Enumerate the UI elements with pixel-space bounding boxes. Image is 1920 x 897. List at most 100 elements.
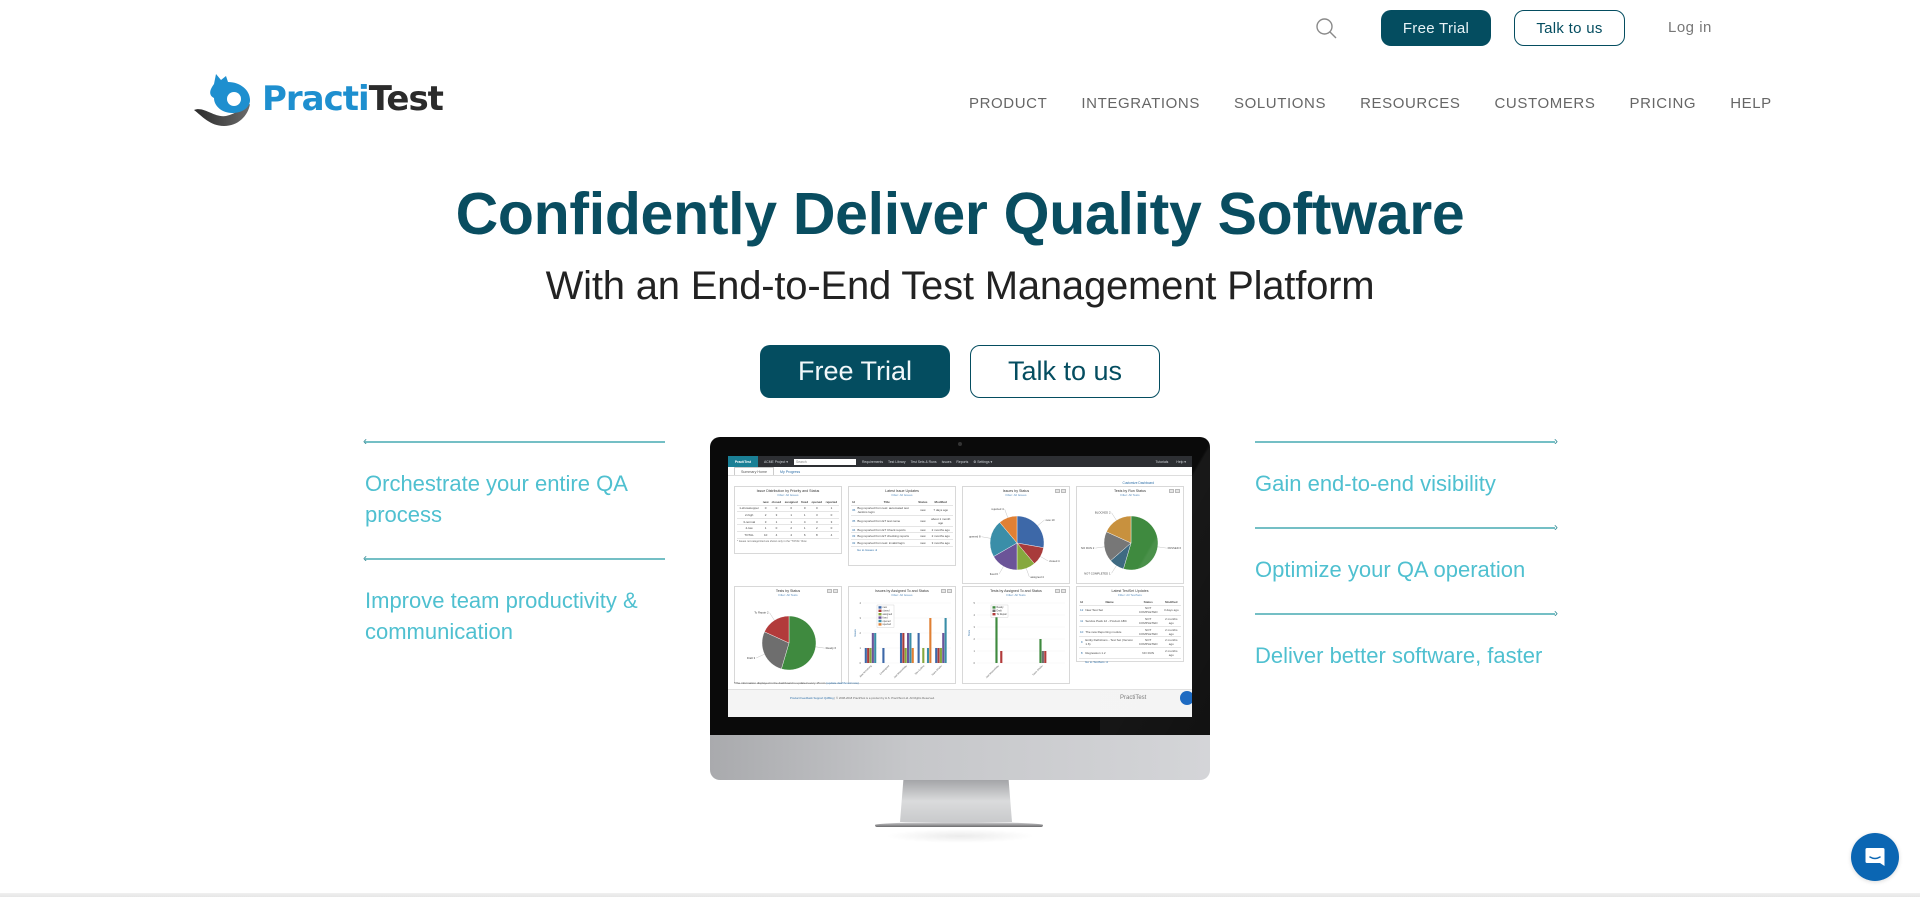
- x-tick-label: Unassigned: [879, 664, 891, 676]
- table-row: 36 Bug reported from test: automated test…: [851, 505, 953, 517]
- pie-data-label: assigned 4: [1030, 575, 1044, 579]
- widget-latest-issues: Latest Issue Updates Filter: All Issues …: [848, 486, 956, 566]
- issues-by-status-pie: new 10 closed 4 assigned 4 fixed 6 opened 8 r…: [969, 507, 1060, 579]
- table-cell: 0: [809, 505, 824, 513]
- table-cell: 0: [761, 505, 770, 513]
- table-row: 35 Bug reported from ET test name new about…: [851, 515, 953, 527]
- bar-assigned: [939, 648, 942, 663]
- bar-assigned: [922, 648, 925, 663]
- widget-tests-by-status: Tests by Status Filter: All Tests Ready …: [734, 586, 842, 684]
- feature-right-2: › Optimize your QA operation: [1255, 521, 1558, 585]
- widget-filter: Filter: All Issues: [777, 493, 799, 497]
- fox-logo-icon: [194, 74, 250, 126]
- feature-link[interactable]: Deliver better software, faster: [1255, 640, 1555, 671]
- bar-fixed: [942, 633, 945, 663]
- header-free-trial-button[interactable]: Free Trial: [1381, 10, 1491, 46]
- x-tick-label: Alex Armstrong: [859, 664, 873, 678]
- bar-ready: [1039, 639, 1042, 663]
- monitor-chin: [710, 735, 1210, 780]
- header-talk-to-us-button[interactable]: Talk to us: [1514, 10, 1625, 46]
- update-dashboard-link: (update dashboard now): [826, 681, 859, 685]
- practitest-logo[interactable]: PractiTest: [192, 70, 444, 128]
- nav-integrations[interactable]: INTEGRATIONS: [1081, 95, 1200, 112]
- nav-resources[interactable]: RESOURCES: [1360, 95, 1460, 112]
- table-row: 33 Bug reported from ET checking reports n…: [851, 532, 953, 540]
- feature-link[interactable]: Orchestrate your entire QA process: [365, 468, 665, 530]
- legend-label: rejected: [883, 623, 892, 626]
- dashboard-note-text: *The information displayed in the dashbo…: [734, 681, 826, 685]
- app-menu-item: ⚙ Settings ▾: [973, 459, 993, 464]
- table-cell: 1: [799, 511, 810, 519]
- feature-left-2: ‹ Improve team productivity & communicat…: [363, 552, 665, 647]
- table-cell: 3: [809, 518, 824, 526]
- search-button[interactable]: [1314, 16, 1340, 42]
- table-cell: 1: [782, 511, 800, 519]
- nav-solutions[interactable]: SOLUTIONS: [1234, 95, 1326, 112]
- legend-swatch: [878, 613, 882, 616]
- feature-divider: ›: [1255, 435, 1558, 447]
- legend-swatch: [878, 609, 882, 612]
- y-tick-label: 5: [974, 601, 976, 605]
- feature-link[interactable]: Gain end-to-end visibility: [1255, 468, 1555, 499]
- utility-bar: Free Trial Talk to us Log in: [0, 10, 1920, 46]
- table-cell: 3: [809, 511, 824, 519]
- arrow-right-icon: ›: [1554, 520, 1558, 534]
- logo-wordmark: PractiTest: [262, 79, 444, 119]
- table-cell: 4: [782, 531, 800, 539]
- x-tick-label: Yaara Shalev: [931, 664, 944, 677]
- legend-swatch: [878, 619, 882, 623]
- nav-product[interactable]: PRODUCT: [969, 95, 1047, 112]
- monitor-bezel: PractiTest ACME Project ▾ Search Require…: [710, 437, 1210, 735]
- app-logo: PractiTest: [728, 456, 758, 467]
- app-menu-item: Test Sets & Runs: [910, 459, 937, 464]
- chart-legend: ReadyDraftTo Repair: [990, 604, 1009, 618]
- bar-opened: [944, 618, 947, 663]
- issue-distribution-table: new closed assigned fixed opened rejected 1-sh…: [737, 499, 839, 539]
- chat-bubble-icon: [1865, 848, 1885, 866]
- app-search-input: Search: [793, 458, 856, 465]
- y-tick-label: 0: [860, 661, 862, 665]
- feature-link[interactable]: Improve team productivity & communicatio…: [365, 585, 665, 647]
- y-tick-label: 4: [860, 601, 862, 605]
- feature-divider: ›: [1255, 521, 1558, 533]
- y-tick-label: 2: [860, 631, 862, 635]
- table-row: 3-normal 3 1 1 4 3 3: [737, 518, 839, 526]
- chat-launcher-button[interactable]: [1851, 833, 1899, 881]
- pie-label-line: [1004, 509, 1008, 518]
- y-tick-label: 3: [860, 616, 862, 620]
- hero-free-trial-button[interactable]: Free Trial: [760, 345, 950, 398]
- legend-label: To Repair: [997, 613, 1007, 616]
- nav-customers[interactable]: CUSTOMERS: [1495, 95, 1596, 112]
- legend-swatch: [992, 609, 996, 612]
- tests-by-assigned-bar-chart: 0 1 2 3 4 5 Tests Joel Montvelisky Yaara Shalev R…: [967, 601, 1065, 679]
- nav-help[interactable]: HELP: [1730, 95, 1772, 112]
- table-cell: 7 days ago: [928, 505, 953, 517]
- widget-issues-by-assigned: Issues by Assigned To and Status Filter:…: [848, 586, 956, 684]
- monitor-stand: [900, 780, 1012, 822]
- bar-new: [864, 648, 867, 663]
- bar-assigned: [869, 648, 872, 663]
- y-tick-label: 1: [974, 649, 976, 653]
- feature-divider: ‹: [363, 435, 665, 447]
- monitor-stand-shadow: [885, 829, 1035, 843]
- logo-text-test: Test: [368, 79, 444, 119]
- y-tick-label: 1: [860, 646, 862, 650]
- table-row: 34 Bug reported from ET Check reports new 2…: [851, 526, 953, 534]
- feature-divider: ›: [1255, 607, 1558, 619]
- app-menu-item: Issues: [941, 459, 952, 464]
- page-bottom-edge: [0, 893, 1920, 897]
- app-menu-item: Test Library: [888, 459, 906, 464]
- table-cell: Bug reported from ET checking reports: [856, 532, 918, 540]
- widget-filter: Filter: All Issues: [891, 493, 913, 497]
- pie-data-label: new 10: [1046, 518, 1055, 522]
- nav-pricing[interactable]: PRICING: [1629, 95, 1696, 112]
- arrow-left-icon: ‹: [363, 551, 367, 565]
- table-cell: Bug reported from test: invalid login: [856, 539, 918, 547]
- x-tick-label: Stev Collins: [914, 664, 926, 676]
- bar-closed: [937, 648, 940, 663]
- table-cell: new: [917, 515, 929, 527]
- y-tick-label: 2: [974, 637, 976, 641]
- feature-link[interactable]: Optimize your QA operation: [1255, 554, 1555, 585]
- hero-talk-to-us-button[interactable]: Talk to us: [970, 345, 1160, 398]
- login-link[interactable]: Log in: [1668, 19, 1712, 36]
